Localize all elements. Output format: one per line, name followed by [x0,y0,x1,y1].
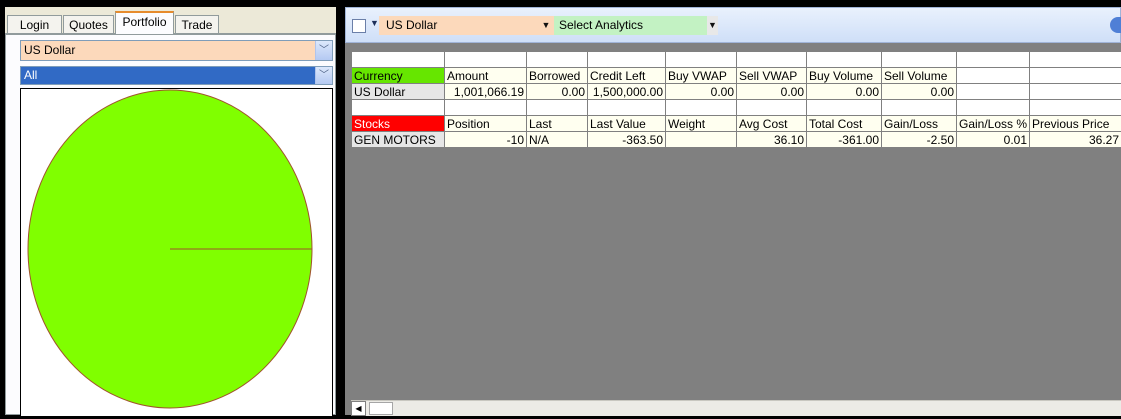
grid-cell[interactable]: -361.00 [807,132,882,148]
column-header[interactable]: Previous Price [1030,116,1121,132]
currency-select[interactable]: US Dollar ﹀ [20,40,333,61]
grid-cell[interactable]: N/A [527,132,588,148]
analytics-toolbar: ▼ US Dollar ▼ Select Analytics ▼ [345,7,1121,43]
grid-cell[interactable]: 0.01 [957,132,1030,148]
grid-cell[interactable] [666,132,737,148]
toolbar-currency-select[interactable]: US Dollar [379,16,559,35]
stocks-section-label: Stocks [352,116,445,132]
stocks-header-row: Stocks Position Last Last Value Weight A… [352,116,1121,132]
table-row[interactable]: GEN MOTORS -10 N/A -363.50 36.10 -361.00… [352,132,1121,148]
column-header[interactable]: Credit Left [588,68,666,84]
grid-cell[interactable]: 1,500,000.00 [588,84,666,100]
currency-select-value: US Dollar [24,43,75,57]
portfolio-panel: Login Quotes Portfolio Trade US Dollar ﹀… [5,7,336,415]
grid-cell[interactable]: 1,001,066.19 [445,84,527,100]
currency-header-row: Currency Amount Borrowed Credit Left Buy… [352,68,1121,84]
chevron-down-icon[interactable]: ▼ [539,16,553,35]
column-header[interactable]: Sell VWAP [737,68,807,84]
scroll-left-icon[interactable]: ◀ [351,401,366,416]
grid-cell[interactable]: 36.27 [1030,132,1121,148]
column-header[interactable]: Borrowed [527,68,588,84]
column-header[interactable]: Gain/Loss [882,116,957,132]
tab-strip: Login Quotes Portfolio Trade [5,7,336,34]
column-header[interactable]: Avg Cost [737,116,807,132]
grid-cell[interactable]: 0.00 [527,84,588,100]
grid-cell[interactable]: 0.00 [737,84,807,100]
grid-cell[interactable]: 0.00 [882,84,957,100]
portfolio-pie-chart [20,88,333,417]
scrollbar-thumb[interactable] [369,402,393,415]
grid-cell[interactable]: -10 [445,132,527,148]
grid-spacer-row [352,100,1121,116]
filter-select-value: All [24,68,37,82]
caret-down-icon[interactable]: ▼ [370,18,379,28]
grid-cell[interactable]: -363.50 [588,132,666,148]
column-header[interactable]: Amount [445,68,527,84]
grid-cell[interactable]: 0.00 [666,84,737,100]
tab-portfolio[interactable]: Portfolio [115,11,174,34]
portfolio-grid: Currency Amount Borrowed Credit Left Buy… [351,51,1121,148]
column-header[interactable]: Total Cost [807,116,882,132]
column-header[interactable]: Last [527,116,588,132]
chevron-down-icon[interactable]: ▼ [707,16,718,35]
column-header[interactable]: Gain/Loss % [957,116,1030,132]
column-header[interactable]: Sell Volume [882,68,957,84]
chevron-down-icon[interactable]: ﹀ [315,41,332,60]
column-header[interactable]: Weight [666,116,737,132]
column-header[interactable]: Last Value [588,116,666,132]
analytics-panel: ▼ US Dollar ▼ Select Analytics ▼ Currenc… [345,7,1121,415]
document-icon[interactable] [352,19,366,33]
column-header[interactable]: Buy Volume [807,68,882,84]
stock-row-name: GEN MOTORS [352,132,445,148]
grid-cell[interactable]: -2.50 [882,132,957,148]
grid-spacer-row [352,52,1121,68]
tab-quotes[interactable]: Quotes [63,15,114,34]
horizontal-scrollbar[interactable]: ◀ [351,400,1121,416]
grid-cell[interactable]: 36.10 [737,132,807,148]
pie-svg [21,89,332,416]
column-header[interactable]: Position [445,116,527,132]
currency-row-name: US Dollar [352,84,445,100]
table-row[interactable]: US Dollar 1,001,066.19 0.00 1,500,000.00… [352,84,1121,100]
currency-section-label: Currency [352,68,445,84]
chevron-down-icon[interactable]: ﹀ [315,67,332,84]
tab-trade[interactable]: Trade [175,15,219,34]
help-icon[interactable] [1110,17,1121,33]
filter-select[interactable]: All ﹀ [20,66,333,85]
analytics-select[interactable]: Select Analytics [554,16,718,35]
column-header[interactable]: Buy VWAP [666,68,737,84]
grid-cell[interactable]: 0.00 [807,84,882,100]
tab-login[interactable]: Login [7,15,62,34]
